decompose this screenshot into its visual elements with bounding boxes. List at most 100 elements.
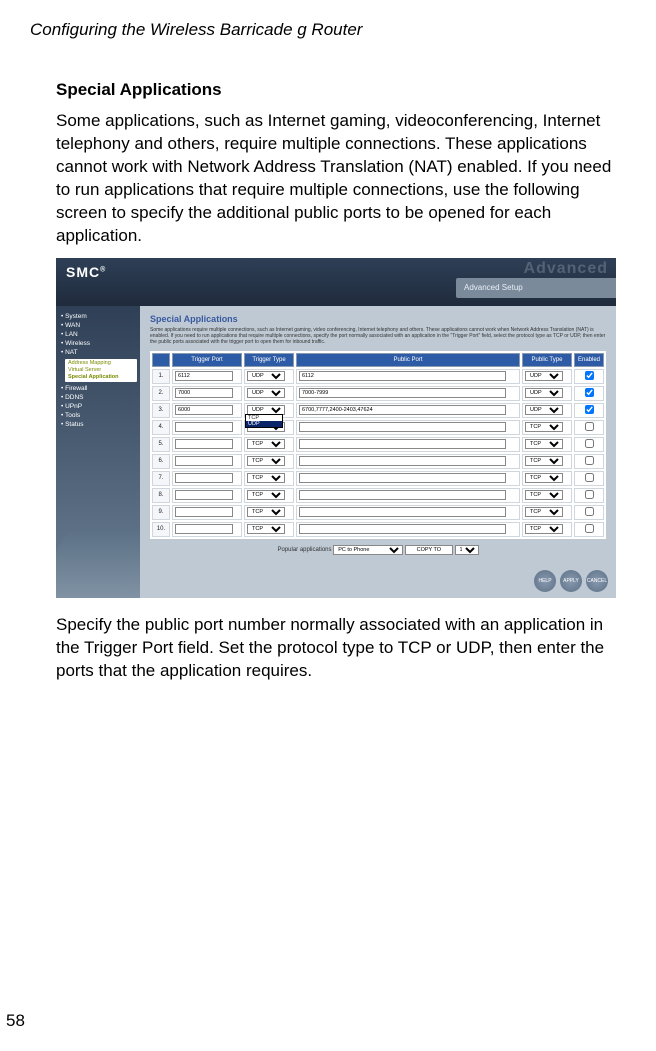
public-type-select[interactable]: TCP <box>525 439 563 449</box>
sidebar-item[interactable]: WAN <box>59 321 137 330</box>
sidebar-subitem[interactable]: Address Mapping <box>67 360 135 367</box>
trigger-type-select[interactable]: TCP <box>247 473 285 483</box>
main-panel: Special Applications Some applications r… <box>140 306 616 598</box>
public-port-input[interactable] <box>299 405 506 415</box>
table-row: 1.UDPUDP <box>152 369 604 384</box>
sidebar-item[interactable]: Wireless <box>59 339 137 348</box>
table-row: 7. TCP TCP <box>152 471 604 486</box>
sidebar-nat-submenu: Address MappingVirtual ServerSpecial App… <box>65 359 137 382</box>
panel-description: Some applications require multiple conne… <box>150 327 606 345</box>
enabled-checkbox[interactable] <box>585 405 594 414</box>
trigger-port-input[interactable] <box>175 507 233 517</box>
enabled-checkbox[interactable] <box>585 456 594 465</box>
trigger-port-input[interactable] <box>175 405 233 415</box>
trigger-port-input[interactable] <box>175 371 233 381</box>
sidebar-item[interactable]: DDNS <box>59 393 137 402</box>
trigger-port-input[interactable] <box>175 439 233 449</box>
enabled-checkbox[interactable] <box>585 371 594 380</box>
trigger-type-select[interactable]: TCP <box>247 507 285 517</box>
trigger-port-input[interactable] <box>175 422 233 432</box>
public-type-select[interactable]: TCP <box>525 507 563 517</box>
public-port-input[interactable] <box>299 439 506 449</box>
page-number: 58 <box>6 1011 25 1031</box>
public-type-select[interactable]: TCP <box>525 473 563 483</box>
enabled-checkbox[interactable] <box>585 490 594 499</box>
public-type-select[interactable]: TCP <box>525 524 563 534</box>
public-port-input[interactable] <box>299 524 506 534</box>
public-type-select[interactable]: TCP <box>525 456 563 466</box>
sidebar-item[interactable]: Firewall <box>59 384 137 393</box>
enabled-checkbox[interactable] <box>585 439 594 448</box>
popular-label: Popular applications <box>277 547 331 553</box>
row-number: 5. <box>152 437 170 452</box>
trigger-port-input[interactable] <box>175 524 233 534</box>
sidebar-item[interactable]: UPnP <box>59 402 137 411</box>
cancel-button[interactable]: CANCEL <box>586 570 608 592</box>
public-port-input[interactable] <box>299 473 506 483</box>
public-port-input[interactable] <box>299 490 506 500</box>
sidebar-subitem[interactable]: Virtual Server <box>67 367 135 374</box>
trigger-type-select[interactable]: UDP <box>247 388 285 398</box>
copy-slot-select[interactable]: 1 <box>455 545 479 555</box>
table-row: 10. TCP TCP <box>152 522 604 537</box>
sidebar-item[interactable]: System <box>59 312 137 321</box>
public-type-select[interactable]: UDP <box>525 405 563 415</box>
public-type-select[interactable]: UDP <box>525 371 563 381</box>
public-type-select[interactable]: TCP <box>525 490 563 500</box>
section-title: Special Applications <box>56 80 616 100</box>
column-header: Public Type <box>522 353 572 367</box>
row-number: 4. <box>152 420 170 435</box>
column-header: Public Port <box>296 353 520 367</box>
public-type-select[interactable]: TCP <box>525 422 563 432</box>
column-header: Enabled <box>574 353 604 367</box>
running-header: Configuring the Wireless Barricade g Rou… <box>30 20 626 40</box>
brand-logo: SMC® <box>66 264 106 280</box>
trigger-port-input[interactable] <box>175 456 233 466</box>
trigger-type-select[interactable]: TCP <box>247 490 285 500</box>
apply-button[interactable]: APPLY <box>560 570 582 592</box>
sidebar-decoration <box>56 528 140 598</box>
setup-mode-bar: Advanced Setup <box>456 278 616 298</box>
row-number: 9. <box>152 505 170 520</box>
row-number: 10. <box>152 522 170 537</box>
copy-to-button[interactable]: COPY TO <box>405 545 453 555</box>
enabled-checkbox[interactable] <box>585 388 594 397</box>
embedded-screenshot: SMC® Advanced Advanced Setup SystemWANLA… <box>56 258 616 598</box>
sidebar-subitem[interactable]: Special Application <box>67 374 135 381</box>
public-port-input[interactable] <box>299 388 506 398</box>
sidebar-item[interactable]: LAN <box>59 330 137 339</box>
trigger-type-select[interactable]: TCP <box>247 439 285 449</box>
trigger-port-input[interactable] <box>175 490 233 500</box>
public-port-input[interactable] <box>299 456 506 466</box>
enabled-checkbox[interactable] <box>585 422 594 431</box>
column-header: Trigger Port <box>172 353 242 367</box>
table-row: 2.UDPUDP <box>152 386 604 401</box>
table-row: 8.TCPTCP <box>152 488 604 503</box>
trigger-port-input[interactable] <box>175 473 233 483</box>
trigger-type-select[interactable]: TCP <box>247 456 285 466</box>
trigger-type-select[interactable]: UDP <box>247 371 285 381</box>
help-button[interactable]: HELP <box>534 570 556 592</box>
dropdown-open[interactable]: TCPUDP <box>245 414 283 428</box>
sidebar-item[interactable]: NAT <box>59 348 137 357</box>
popular-app-select[interactable]: PC to Phone <box>333 545 403 555</box>
trigger-type-select[interactable]: TCP <box>247 524 285 534</box>
special-apps-table: Trigger PortTrigger TypePublic PortPubli… <box>150 351 606 539</box>
sidebar-item[interactable]: Tools <box>59 411 137 420</box>
dropdown-option[interactable]: UDP <box>246 421 282 427</box>
enabled-checkbox[interactable] <box>585 473 594 482</box>
public-port-input[interactable] <box>299 371 506 381</box>
nav-sidebar: SystemWANLANWirelessNAT Address MappingVi… <box>56 306 140 598</box>
enabled-checkbox[interactable] <box>585 507 594 516</box>
after-paragraph: Specify the public port number normally … <box>56 614 616 683</box>
table-row: 9. TCP TCP <box>152 505 604 520</box>
table-row: 5. TCP TCP <box>152 437 604 452</box>
public-type-select[interactable]: UDP <box>525 388 563 398</box>
row-number: 3. <box>152 403 170 418</box>
row-number: 7. <box>152 471 170 486</box>
public-port-input[interactable] <box>299 507 506 517</box>
trigger-port-input[interactable] <box>175 388 233 398</box>
enabled-checkbox[interactable] <box>585 524 594 533</box>
sidebar-item[interactable]: Status <box>59 420 137 429</box>
public-port-input[interactable] <box>299 422 506 432</box>
